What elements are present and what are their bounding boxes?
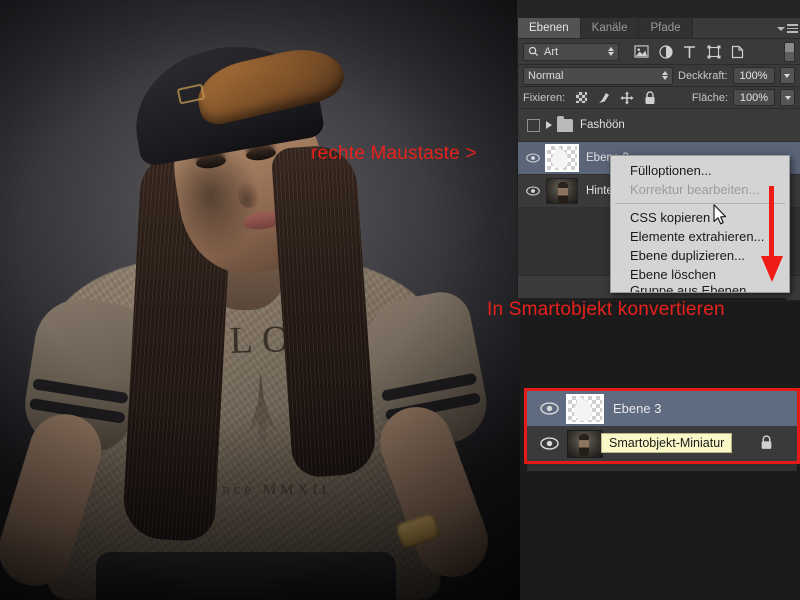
zoom-thumbnail-ebene3[interactable] bbox=[566, 393, 604, 424]
search-icon bbox=[528, 46, 538, 56]
blend-mode-value: Normal bbox=[528, 69, 564, 82]
screenshot-root: LO Since MMXII Ebenen Kanäle Pfa bbox=[0, 0, 800, 600]
mouse-cursor-icon bbox=[713, 204, 727, 225]
filter-row: Art bbox=[518, 39, 800, 65]
fill-label: Fläche: bbox=[691, 91, 728, 104]
shape-layer-filter-icon[interactable] bbox=[706, 44, 721, 59]
visibility-toggle-hintergrund[interactable] bbox=[520, 186, 546, 196]
smart-object-lock-icon bbox=[760, 435, 773, 455]
pixel-layer-filter-icon[interactable] bbox=[634, 44, 649, 59]
photo-vignette bbox=[0, 0, 520, 600]
lock-row: Fixieren: Fläche: 100% bbox=[518, 87, 800, 109]
tab-kanaele[interactable]: Kanäle bbox=[580, 18, 640, 38]
lock-transparent-pixels-icon[interactable] bbox=[574, 91, 588, 105]
zoom-thumbnail-smartobject[interactable] bbox=[567, 429, 603, 458]
eye-icon bbox=[526, 186, 540, 196]
opacity-label: Deckkraft: bbox=[678, 69, 728, 82]
filter-kind-select[interactable]: Art bbox=[523, 42, 619, 61]
fill-input[interactable]: 100% bbox=[733, 89, 775, 106]
eye-icon bbox=[526, 153, 540, 163]
zoom-layer-name-ebene3: Ebene 3 bbox=[613, 401, 662, 416]
zoom-row-ebene3[interactable]: Ebene 3 bbox=[527, 391, 797, 426]
ctx-separator bbox=[615, 203, 785, 204]
visibility-toggle-ebene3[interactable] bbox=[520, 153, 546, 163]
smart-object-filter-icon[interactable] bbox=[730, 44, 745, 59]
fill-dropdown-icon[interactable] bbox=[780, 89, 795, 106]
adjustment-layer-filter-icon[interactable] bbox=[658, 44, 673, 59]
lock-all-icon[interactable] bbox=[643, 90, 657, 105]
lock-position-icon[interactable] bbox=[620, 91, 634, 105]
folder-icon bbox=[557, 115, 573, 132]
red-down-arrow-icon bbox=[761, 186, 783, 282]
eye-icon bbox=[539, 402, 559, 415]
visibility-toggle-zoom-ebene3[interactable] bbox=[531, 402, 567, 415]
annotation-convert-smart-object: In Smartobjekt konvertieren bbox=[487, 299, 725, 320]
layer-thumbnail-hintergrund[interactable] bbox=[546, 178, 578, 204]
zoomed-layer-detail[interactable]: Ebene 3 Smartobjekt-Miniatur bbox=[527, 391, 797, 461]
panel-tab-bar: Ebenen Kanäle Pfade bbox=[518, 18, 800, 39]
blend-mode-select[interactable]: Normal bbox=[523, 66, 673, 85]
lock-image-pixels-icon[interactable] bbox=[597, 91, 611, 105]
panel-menu-icon[interactable] bbox=[777, 22, 798, 35]
tab-pfade[interactable]: Pfade bbox=[639, 18, 693, 38]
document-canvas[interactable]: LO Since MMXII bbox=[0, 0, 520, 600]
group-disclosure-icon[interactable] bbox=[546, 121, 552, 129]
tab-ebenen[interactable]: Ebenen bbox=[518, 18, 581, 38]
opacity-input[interactable]: 100% bbox=[732, 67, 775, 84]
filter-enable-toggle[interactable] bbox=[784, 41, 795, 62]
filter-kind-spinner[interactable] bbox=[608, 47, 614, 56]
layer-thumbnail-ebene3[interactable] bbox=[545, 144, 579, 172]
filter-kind-value: Art bbox=[544, 45, 559, 58]
ctx-gruppe-aus-ebenen[interactable]: Gruppe aus Ebenen... bbox=[611, 284, 789, 292]
visibility-toggle-zoom-smartobject[interactable] bbox=[531, 437, 567, 450]
eye-icon bbox=[539, 437, 559, 450]
layer-name-group: Fashöön bbox=[580, 119, 625, 131]
lock-label: Fixieren: bbox=[523, 91, 566, 104]
visibility-toggle-group[interactable] bbox=[520, 118, 546, 132]
annotation-right-click: rechte Maustaste > bbox=[311, 143, 477, 164]
type-layer-filter-icon[interactable] bbox=[682, 44, 697, 59]
zoom-row-smartobject[interactable]: Smartobjekt-Miniatur bbox=[527, 426, 797, 461]
panel-top-strip bbox=[517, 0, 800, 18]
ctx-fuelloptionen[interactable]: Fülloptionen... bbox=[611, 161, 789, 180]
zoom-panel-bottom-strip bbox=[527, 461, 797, 471]
smart-object-tooltip: Smartobjekt-Miniatur bbox=[601, 433, 733, 453]
opacity-dropdown-icon[interactable] bbox=[779, 67, 795, 84]
blend-mode-row: Normal Deckkraft: 100% bbox=[518, 65, 800, 87]
layer-row-group[interactable]: Fashöön bbox=[518, 109, 800, 142]
